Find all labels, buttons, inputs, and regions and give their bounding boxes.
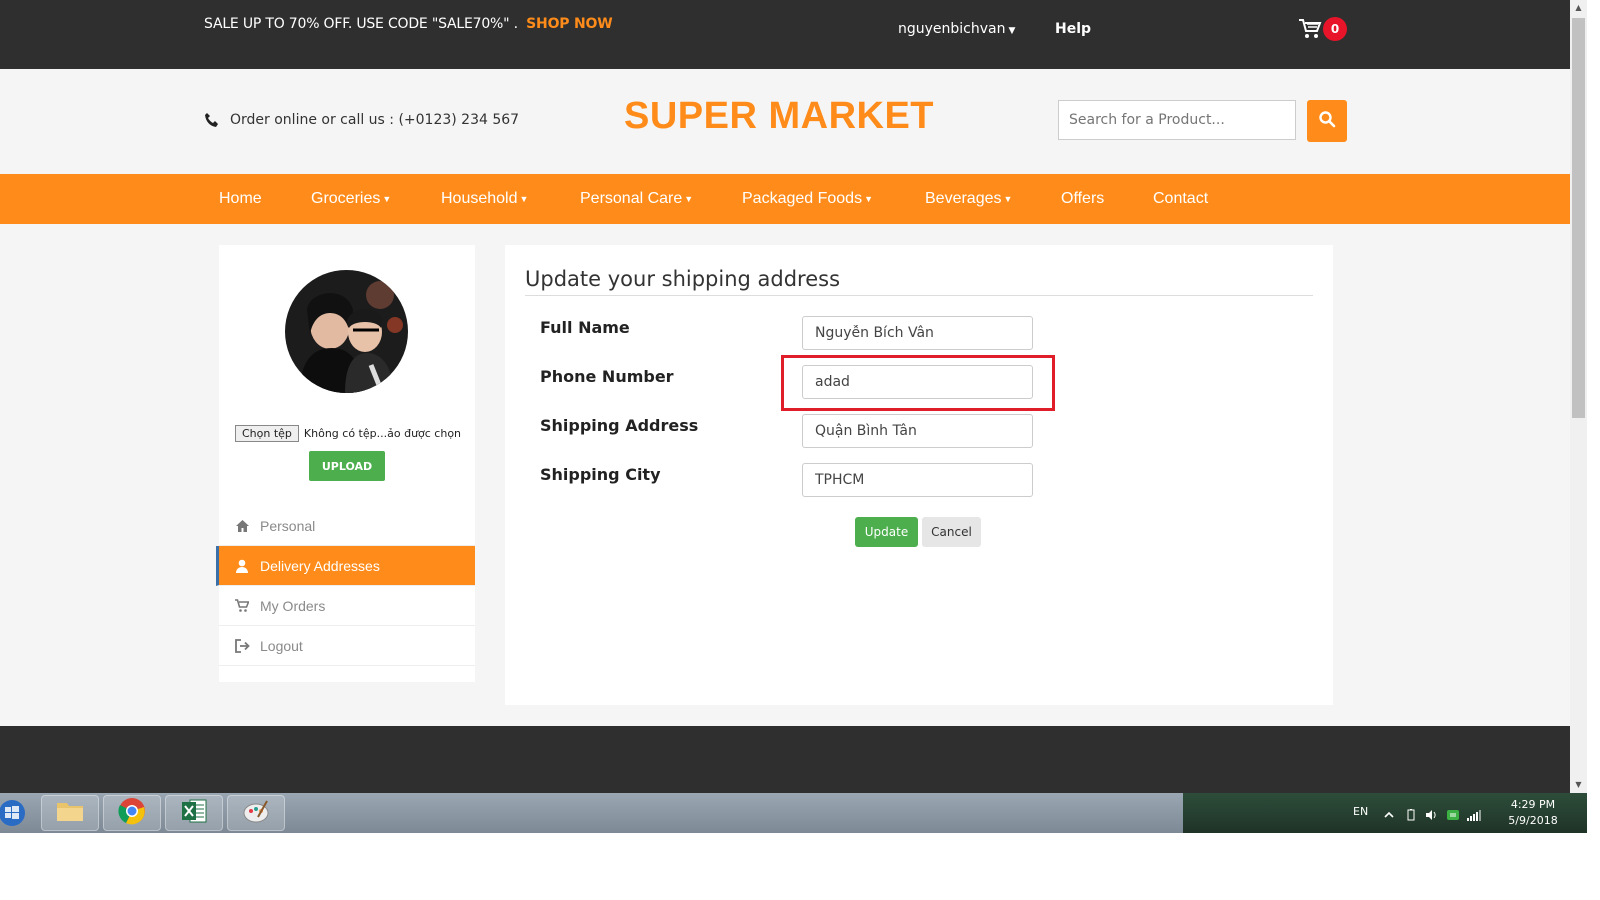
avatar bbox=[285, 270, 408, 393]
taskbar-explorer[interactable] bbox=[41, 795, 99, 831]
shipping-city-field[interactable] bbox=[802, 463, 1033, 497]
page-title: Update your shipping address bbox=[525, 267, 841, 291]
profile-sidebar: Chọn tệp Không có tệp...ảo được chọn UPL… bbox=[216, 245, 475, 682]
footer bbox=[0, 726, 1570, 793]
home-icon bbox=[234, 518, 250, 534]
scroll-down-icon[interactable]: ▼ bbox=[1570, 777, 1587, 793]
chevron-down-icon: ▼ bbox=[1008, 26, 1016, 36]
cart-count-badge: 0 bbox=[1323, 17, 1347, 41]
help-link[interactable]: Help bbox=[1055, 21, 1091, 37]
scroll-up-icon[interactable]: ▲ bbox=[1570, 0, 1587, 16]
sidebar-item-label: Personal bbox=[260, 517, 316, 534]
file-status: Không có tệp...ảo được chọn bbox=[303, 427, 462, 440]
nav-contact[interactable]: Contact bbox=[1153, 190, 1208, 208]
cart-icon bbox=[234, 598, 250, 614]
taskbar-excel[interactable] bbox=[165, 795, 223, 831]
paint-icon bbox=[242, 797, 270, 829]
phone-icon bbox=[204, 112, 220, 128]
nav-packaged-foods[interactable]: Packaged Foods ▼ bbox=[742, 190, 873, 208]
caret-down-icon: ▼ bbox=[382, 193, 392, 204]
nav-label: Beverages bbox=[925, 190, 1002, 207]
phone-info: Order online or call us : (+0123) 234 56… bbox=[204, 112, 519, 128]
nav-household[interactable]: Household ▼ bbox=[441, 190, 528, 208]
site-logo[interactable]: SUPER MARKET bbox=[624, 95, 934, 138]
phone-number-label: Phone Number bbox=[540, 367, 674, 386]
nav-label: Packaged Foods bbox=[742, 190, 863, 207]
caret-down-icon: ▼ bbox=[1003, 193, 1013, 204]
annotation-highlight-box bbox=[781, 355, 1055, 411]
speaker-icon[interactable] bbox=[1425, 806, 1437, 820]
phone-text: Order online or call us : (+0123) 234 56… bbox=[230, 112, 520, 128]
os-taskbar: EN 4:29 PM 5/9/2018 bbox=[0, 793, 1587, 833]
nav-label: Household bbox=[441, 190, 518, 207]
shipping-address-label: Shipping Address bbox=[540, 416, 699, 435]
title-divider bbox=[525, 295, 1313, 296]
sidebar-item-label: Logout bbox=[260, 637, 303, 654]
full-name-field[interactable] bbox=[802, 316, 1033, 350]
clock-time[interactable]: 4:29 PM bbox=[1503, 798, 1563, 811]
taskbar-chrome[interactable] bbox=[103, 795, 161, 831]
update-button[interactable]: Update bbox=[855, 517, 918, 547]
logout-icon bbox=[234, 638, 250, 654]
caret-down-icon: ▼ bbox=[684, 193, 694, 204]
caret-down-icon: ▼ bbox=[519, 193, 529, 204]
sidebar-item-delivery-addresses[interactable]: Delivery Addresses bbox=[216, 546, 475, 586]
nav-label: Home bbox=[219, 190, 262, 207]
header: Order online or call us : (+0123) 234 56… bbox=[0, 69, 1570, 174]
sidebar-item-my-orders[interactable]: My Orders bbox=[219, 586, 475, 626]
nav-label: Contact bbox=[1153, 190, 1209, 207]
nav-label: Groceries bbox=[311, 190, 381, 207]
network-signal-icon[interactable] bbox=[1467, 806, 1481, 821]
top-bar: SALE UP TO 70% OFF. USE CODE "SALE70%" .… bbox=[0, 0, 1570, 69]
cart-icon[interactable] bbox=[1298, 17, 1322, 41]
nav-offers[interactable]: Offers bbox=[1061, 190, 1104, 208]
main-nav: Home Groceries ▼ Household ▼ Personal Care… bbox=[0, 174, 1570, 224]
chrome-icon bbox=[118, 797, 146, 829]
caret-down-icon: ▼ bbox=[864, 193, 873, 204]
folder-icon bbox=[55, 799, 85, 827]
username-label: nguyenbichvan bbox=[898, 21, 1006, 37]
upload-button[interactable]: UPLOAD bbox=[309, 451, 385, 481]
nav-label: Personal Care bbox=[580, 190, 683, 207]
sidebar-item-personal[interactable]: Personal bbox=[219, 506, 475, 546]
shop-now-link[interactable]: SHOP NOW bbox=[526, 16, 612, 32]
nav-label: Offers bbox=[1061, 190, 1105, 207]
sidebar-item-logout[interactable]: Logout bbox=[219, 626, 475, 666]
promo-text: SALE UP TO 70% OFF. USE CODE "SALE70%" . bbox=[204, 16, 518, 32]
nav-beverages[interactable]: Beverages ▼ bbox=[925, 190, 1012, 208]
page-scrollbar[interactable]: ▲ ▼ bbox=[1570, 0, 1587, 793]
start-button[interactable] bbox=[0, 793, 28, 833]
taskbar-paint[interactable] bbox=[227, 795, 285, 831]
excel-icon bbox=[180, 797, 208, 829]
search-icon bbox=[1318, 110, 1336, 132]
sidebar-item-label: My Orders bbox=[260, 597, 326, 614]
choose-file-button[interactable]: Chọn tệp bbox=[235, 425, 299, 442]
promo-banner: SALE UP TO 70% OFF. USE CODE "SALE70%" .… bbox=[204, 16, 613, 32]
user-icon bbox=[234, 558, 250, 574]
chevron-up-icon[interactable] bbox=[1383, 806, 1395, 818]
user-menu[interactable]: nguyenbichvan ▼ bbox=[898, 21, 1015, 37]
search-button[interactable] bbox=[1307, 100, 1347, 142]
chat-app-icon[interactable] bbox=[1447, 806, 1459, 820]
nav-personal-care[interactable]: Personal Care ▼ bbox=[580, 190, 693, 208]
cancel-button[interactable]: Cancel bbox=[922, 517, 981, 547]
battery-icon[interactable] bbox=[1405, 806, 1417, 821]
full-name-label: Full Name bbox=[540, 318, 630, 337]
nav-groceries[interactable]: Groceries ▼ bbox=[311, 190, 391, 208]
nav-home[interactable]: Home bbox=[219, 190, 262, 208]
clock-date[interactable]: 5/9/2018 bbox=[1503, 814, 1563, 827]
shipping-address-field[interactable] bbox=[802, 414, 1033, 448]
sidebar-item-label: Delivery Addresses bbox=[260, 557, 380, 574]
scroll-thumb[interactable] bbox=[1572, 18, 1585, 418]
language-indicator[interactable]: EN bbox=[1353, 805, 1368, 818]
file-picker: Chọn tệp Không có tệp...ảo được chọn bbox=[235, 425, 461, 442]
system-tray: EN 4:29 PM 5/9/2018 bbox=[1183, 793, 1587, 833]
shipping-city-label: Shipping City bbox=[540, 465, 661, 484]
page: SALE UP TO 70% OFF. USE CODE "SALE70%" .… bbox=[0, 0, 1570, 793]
search-input[interactable] bbox=[1058, 100, 1296, 140]
shipping-address-form: Update your shipping address Full Name P… bbox=[505, 245, 1333, 705]
